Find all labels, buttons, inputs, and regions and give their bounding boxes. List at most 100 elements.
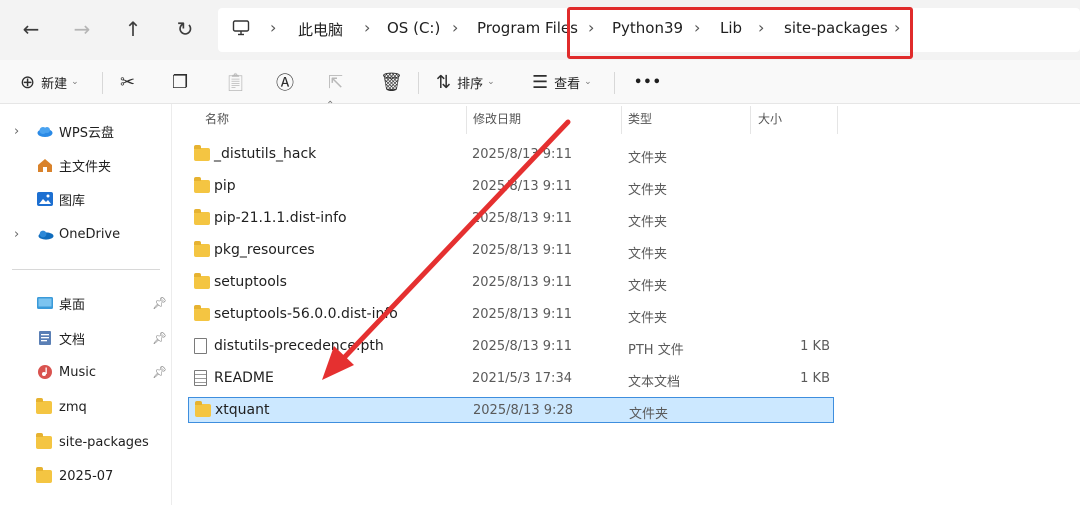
file-type: 文件夹 — [628, 311, 668, 326]
clipboard-icon: 📋︎ — [224, 71, 247, 93]
file-size: 1 KB — [800, 371, 830, 386]
file-date: 2021/5/3 17:34 — [472, 371, 572, 386]
sort-button[interactable]: ⇅ 排序 ⌄ — [436, 70, 495, 94]
breadcrumb-this-pc[interactable]: 此电脑 — [298, 19, 343, 40]
sidebar-item-music[interactable]: Music 📌︎ — [0, 357, 170, 387]
file-row[interactable]: pkg_resources 2025/8/13 9:11 文件夹 — [188, 238, 834, 264]
column-header-name[interactable]: 名称 — [205, 110, 229, 132]
file-row-selected[interactable]: xtquant 2025/8/13 9:28 文件夹 — [188, 397, 834, 423]
copy-button[interactable]: ❐ — [172, 70, 194, 94]
share-button[interactable]: ⇱ — [328, 70, 349, 94]
sidebar-item-onedrive[interactable]: › OneDrive — [0, 219, 170, 249]
sort-icon: ⇅ — [436, 71, 452, 93]
breadcrumb-separator: › — [270, 18, 277, 37]
file-date: 2025/8/13 9:11 — [472, 211, 572, 226]
file-name: _distutils_hack — [214, 146, 317, 162]
file-type: 文件夹 — [628, 151, 668, 166]
cut-button[interactable]: ✂ — [120, 70, 141, 94]
file-name: pkg_resources — [214, 242, 315, 258]
sidebar-item-label: 文档 — [59, 332, 86, 348]
file-date: 2025/8/13 9:28 — [473, 403, 573, 418]
pin-icon[interactable]: 📌︎ — [152, 331, 167, 345]
cloud-icon — [36, 123, 54, 139]
chevron-right-icon[interactable]: › — [14, 124, 19, 139]
file-type: 文件夹 — [628, 247, 668, 262]
file-date: 2025/8/13 9:11 — [472, 275, 572, 290]
chevron-down-icon: ⌄ — [71, 77, 79, 87]
sidebar-item-label: zmq — [59, 399, 87, 415]
plus-circle-icon: ⊕ — [20, 71, 36, 93]
documents-icon — [36, 330, 54, 346]
folder-icon — [36, 398, 54, 417]
file-date: 2025/8/13 9:11 — [472, 179, 572, 194]
chevron-right-icon[interactable]: › — [14, 227, 19, 242]
share-icon: ⇱ — [328, 71, 344, 93]
sidebar-item-desktop[interactable]: 桌面 📌︎ — [0, 288, 170, 318]
sidebar-item-documents[interactable]: 文档 📌︎ — [0, 323, 170, 353]
sidebar-item-gallery[interactable]: 图库 — [0, 184, 170, 214]
refresh-icon[interactable]: ↻ — [170, 14, 200, 44]
copy-icon: ❐ — [172, 71, 189, 93]
sidebar-item-home[interactable]: 主文件夹 — [0, 150, 170, 180]
view-list-icon: ☰ — [532, 71, 549, 93]
column-header-size[interactable]: 大小 — [758, 110, 782, 132]
onedrive-icon — [36, 226, 54, 242]
folder-icon — [194, 177, 210, 197]
chevron-down-icon: ⌄ — [584, 77, 592, 87]
home-icon — [36, 157, 54, 173]
file-name: pip-21.1.1.dist-info — [214, 210, 347, 226]
computer-icon — [232, 19, 250, 41]
sidebar-item-site-packages[interactable]: site-packages — [0, 427, 170, 457]
rename-button[interactable]: Ⓐ — [276, 70, 300, 94]
sidebar-item-label: WPS云盘 — [59, 125, 114, 141]
pin-icon[interactable]: 📌︎ — [152, 296, 167, 310]
file-name: README — [214, 370, 274, 386]
delete-button[interactable]: 🗑︎ — [380, 70, 409, 94]
navigation-pane: › WPS云盘 主文件夹 图库 › OneDrive 桌面 📌︎ 文档 📌︎ M… — [0, 104, 170, 505]
file-row[interactable]: README 2021/5/3 17:34 文本文档 1 KB — [188, 366, 834, 392]
file-row[interactable]: _distutils_hack 2025/8/13 9:11 文件夹 — [188, 142, 834, 168]
file-row[interactable]: pip-21.1.1.dist-info 2025/8/13 9:11 文件夹 — [188, 206, 834, 232]
file-name: setuptools — [214, 274, 287, 290]
paste-button[interactable]: 📋︎ — [224, 70, 253, 94]
column-header-type[interactable]: 类型 — [628, 110, 652, 132]
sort-indicator-icon: ⌃ — [326, 100, 335, 111]
folder-icon — [36, 467, 54, 486]
column-header-date[interactable]: 修改日期 — [473, 110, 521, 132]
folder-icon — [194, 145, 210, 165]
sidebar-item-2025-07[interactable]: 2025-07 — [0, 461, 170, 491]
file-row[interactable]: pip 2025/8/13 9:11 文件夹 — [188, 174, 834, 200]
back-arrow-icon[interactable]: ← — [16, 14, 46, 44]
forward-arrow-icon[interactable]: → — [67, 14, 97, 44]
sidebar-item-label: Music — [59, 364, 96, 380]
more-options-button[interactable]: ••• — [634, 70, 662, 94]
command-toolbar: ⊕ 新建 ⌄ ✂ ❐ 📋︎ Ⓐ ⇱ 🗑︎ ⇅ 排序 ⌄ ☰ 查看 ⌄ ••• — [0, 60, 1080, 104]
breadcrumb-program-files[interactable]: Program Files — [477, 19, 578, 37]
file-row[interactable]: setuptools 2025/8/13 9:11 文件夹 — [188, 270, 834, 296]
file-row[interactable]: setuptools-56.0.0.dist-info 2025/8/13 9:… — [188, 302, 834, 328]
file-type: 文件夹 — [629, 407, 669, 422]
file-size: 1 KB — [800, 339, 830, 354]
folder-icon — [36, 433, 54, 452]
sort-button-label: 排序 — [457, 76, 484, 92]
up-arrow-icon[interactable]: ↑ — [118, 14, 148, 44]
text-file-icon — [194, 370, 207, 390]
new-button[interactable]: ⊕ 新建 ⌄ — [20, 70, 79, 94]
music-icon — [36, 364, 54, 380]
pin-icon[interactable]: 📌︎ — [152, 365, 167, 379]
sidebar-item-label: 图库 — [59, 193, 86, 209]
sidebar-item-zmq[interactable]: zmq — [0, 392, 170, 422]
file-row[interactable]: distutils-precedence.pth 2025/8/13 9:11 … — [188, 334, 834, 360]
file-name: setuptools-56.0.0.dist-info — [214, 306, 398, 322]
view-button-label: 查看 — [554, 76, 581, 92]
sidebar-item-wps-cloud[interactable]: › WPS云盘 — [0, 116, 170, 146]
folder-icon — [194, 241, 210, 261]
view-button[interactable]: ☰ 查看 ⌄ — [532, 70, 592, 94]
file-date: 2025/8/13 9:11 — [472, 307, 572, 322]
chevron-down-icon: ⌄ — [487, 77, 495, 87]
breadcrumb-os-c[interactable]: OS (C:) — [387, 19, 440, 37]
folder-icon — [194, 209, 210, 229]
file-type: PTH 文件 — [628, 343, 684, 358]
new-button-label: 新建 — [41, 76, 68, 92]
desktop-icon — [36, 295, 54, 311]
